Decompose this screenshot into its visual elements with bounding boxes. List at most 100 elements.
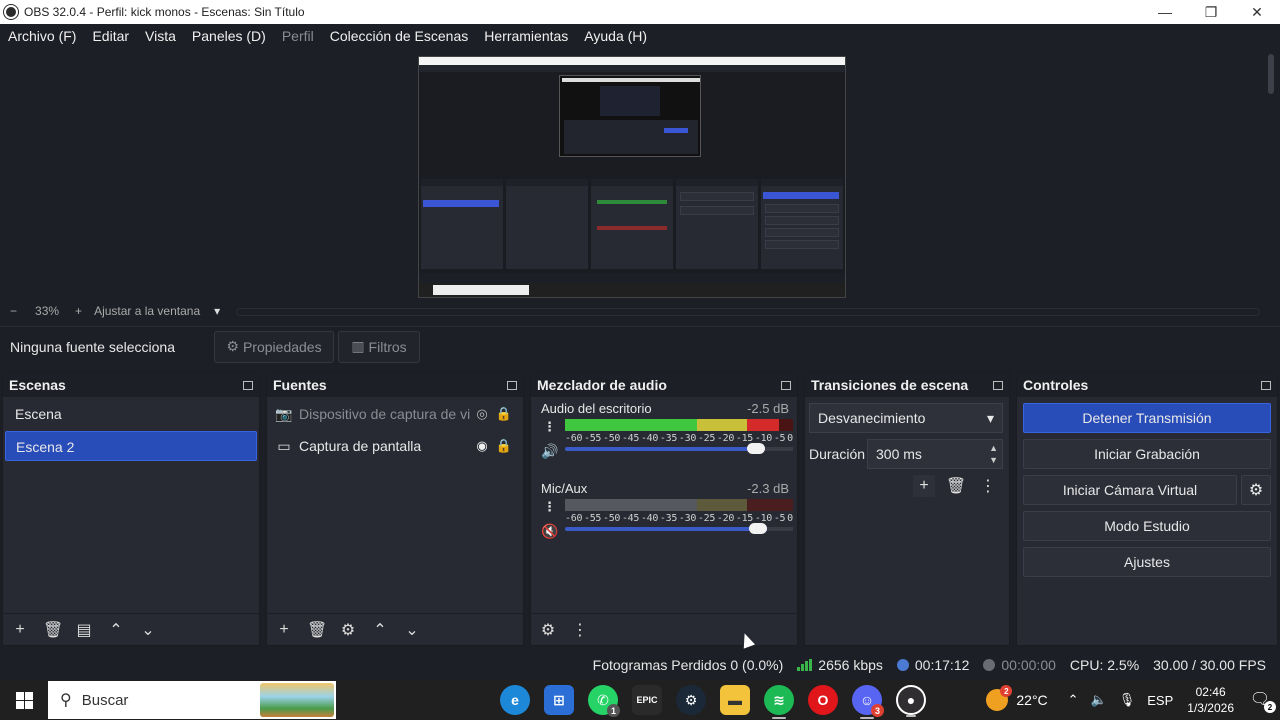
clock[interactable]: 02:46 1/3/2026	[1187, 684, 1234, 716]
preview-horizontal-scrollbar[interactable]	[236, 308, 1260, 316]
obs-icon[interactable]: ●	[896, 685, 926, 717]
kebab-menu-icon[interactable]: ⋮	[543, 499, 556, 515]
gear-icon: ⚙	[226, 338, 239, 354]
whatsapp-icon[interactable]: ✆ 1	[588, 685, 620, 717]
spin-up-icon[interactable]: ▲	[989, 442, 998, 454]
file-explorer-icon[interactable]: ▬	[720, 685, 750, 715]
controls-title: Controles	[1023, 377, 1089, 393]
lock-icon[interactable]: 🔒	[493, 406, 515, 422]
add-icon[interactable]: +	[275, 621, 293, 639]
preview-canvas[interactable]	[418, 56, 846, 298]
transition-select[interactable]: Desvanecimiento ▾	[809, 403, 1003, 433]
spotify-icon[interactable]: ≋	[764, 685, 794, 719]
settings-button[interactable]: Ajustes	[1023, 547, 1271, 577]
advanced-audio-gear-icon[interactable]: ⚙	[539, 620, 557, 640]
language-indicator[interactable]: ESP	[1147, 693, 1173, 708]
menu-vista[interactable]: Vista	[145, 28, 176, 44]
taskbar-search[interactable]: ⚲ Buscar	[48, 681, 336, 719]
slider-handle[interactable]	[747, 443, 765, 454]
windows-logo-icon	[15, 691, 33, 709]
chevron-up-icon[interactable]: ⌃	[1068, 692, 1079, 708]
spin-down-icon[interactable]: ▼	[989, 454, 998, 466]
eye-icon[interactable]: ◉	[471, 438, 493, 454]
menu-ayuda[interactable]: Ayuda (H)	[584, 28, 647, 44]
duration-label: Duración	[809, 446, 866, 462]
slider-handle[interactable]	[749, 523, 767, 534]
lock-icon[interactable]: 🔒	[493, 438, 515, 454]
preview-nested-statusbar	[419, 273, 845, 283]
edge-icon[interactable]: e	[500, 685, 530, 715]
taskbar-apps: e ⊞ ✆ 1 EPIC ⚙ ▬ ≋ O ☺ 3 ●	[500, 680, 926, 720]
start-button[interactable]	[0, 680, 48, 720]
move-down-icon[interactable]: ⌄	[403, 620, 421, 640]
opera-gx-icon[interactable]: O	[808, 685, 838, 715]
menu-editar[interactable]: Editar	[92, 28, 129, 44]
volume-slider[interactable]	[565, 523, 793, 534]
scene-filters-icon[interactable]: ▤	[75, 620, 93, 640]
move-up-icon[interactable]: ⌃	[371, 620, 389, 640]
search-highlight-image	[260, 683, 334, 717]
menu-coleccion-escenas[interactable]: Colección de Escenas	[330, 28, 469, 44]
duration-spinbox[interactable]: 300 ms ▲ ▼	[867, 439, 1003, 469]
trash-icon[interactable]: 🗑	[945, 475, 967, 497]
zoom-dropdown-icon[interactable]: ▾	[214, 304, 220, 318]
menu-herramientas[interactable]: Herramientas	[484, 28, 568, 44]
kebab-menu-icon[interactable]: ⋮	[543, 419, 556, 435]
undock-icon[interactable]	[781, 380, 791, 390]
virtual-camera-settings-gear-icon[interactable]: ⚙	[1241, 475, 1271, 505]
menu-archivo[interactable]: Archivo (F)	[8, 28, 76, 44]
virtual-camera-row: Iniciar Cámara Virtual ⚙	[1023, 475, 1271, 505]
properties-button[interactable]: ⚙ Propiedades	[214, 330, 334, 363]
weather-widget[interactable]: 2 22°C	[986, 685, 1048, 711]
studio-mode-button[interactable]: Modo Estudio	[1023, 511, 1271, 541]
move-up-icon[interactable]: ⌃	[107, 620, 125, 640]
gear-icon[interactable]: ⚙	[339, 620, 357, 640]
speaker-icon[interactable]: 🔊	[541, 443, 561, 460]
trash-icon[interactable]: 🗑	[307, 620, 327, 640]
add-icon[interactable]: +	[11, 621, 29, 639]
tray-icons: ⌃ 🔈 🎙 ESP	[1068, 692, 1174, 708]
record-icon	[983, 659, 996, 671]
undock-icon[interactable]	[507, 380, 517, 390]
restore-button[interactable]: ❐	[1188, 0, 1234, 24]
volume-slider[interactable]	[565, 443, 793, 454]
source-item[interactable]: ▭ Captura de pantalla ◉ 🔒	[267, 431, 523, 461]
zoom-out-button[interactable]: −	[10, 304, 17, 318]
undock-icon[interactable]	[243, 380, 253, 390]
scene-item-selected[interactable]: Escena 2	[5, 431, 257, 461]
discord-icon[interactable]: ☺ 3	[852, 685, 884, 719]
start-recording-button[interactable]: Iniciar Grabación	[1023, 439, 1271, 469]
speaker-muted-icon[interactable]: 🔇	[541, 523, 561, 540]
start-virtual-camera-button[interactable]: Iniciar Cámara Virtual	[1023, 475, 1237, 505]
preview-vertical-scrollbar[interactable]	[1266, 52, 1276, 302]
eye-hidden-icon[interactable]: ◎	[471, 406, 493, 422]
trash-icon[interactable]: 🗑	[43, 620, 63, 640]
source-item[interactable]: 📷 Dispositivo de captura de vi ◎ 🔒	[267, 399, 523, 429]
source-name: Dispositivo de captura de vi	[299, 406, 471, 422]
zoom-fit-label[interactable]: Ajustar a la ventana	[94, 304, 200, 318]
undock-icon[interactable]	[1261, 380, 1271, 390]
minimize-button[interactable]: —	[1142, 0, 1188, 24]
volume-icon[interactable]: 🔈	[1091, 692, 1107, 708]
scene-item[interactable]: Escena	[5, 399, 257, 429]
scrollbar-thumb[interactable]	[1268, 54, 1274, 94]
mixer-toolbar: ⚙ ⋮	[531, 613, 797, 645]
kebab-menu-icon[interactable]: ⋮	[571, 620, 589, 640]
bitrate-status: 2656 kbps	[797, 657, 883, 673]
store-icon[interactable]: ⊞	[544, 685, 574, 715]
steam-icon[interactable]: ⚙	[676, 685, 706, 715]
stop-stream-button[interactable]: Detener Transmisión	[1023, 403, 1271, 433]
undock-icon[interactable]	[993, 380, 1003, 390]
close-button[interactable]: ✕	[1234, 0, 1280, 24]
microphone-icon[interactable]: 🎙	[1119, 692, 1136, 708]
epic-games-icon[interactable]: EPIC	[632, 685, 662, 715]
move-down-icon[interactable]: ⌄	[139, 620, 157, 640]
transitions-dock-header: Transiciones de escena	[805, 373, 1009, 397]
menu-paneles[interactable]: Paneles (D)	[192, 28, 266, 44]
menu-perfil[interactable]: Perfil	[282, 28, 314, 44]
filters-button[interactable]: ▥ Filtros	[338, 330, 420, 363]
add-icon[interactable]: +	[913, 475, 935, 497]
zoom-in-button[interactable]: +	[75, 304, 82, 318]
kebab-menu-icon[interactable]: ⋮	[977, 475, 999, 497]
notification-icon[interactable]: 🗨 2	[1248, 689, 1276, 713]
